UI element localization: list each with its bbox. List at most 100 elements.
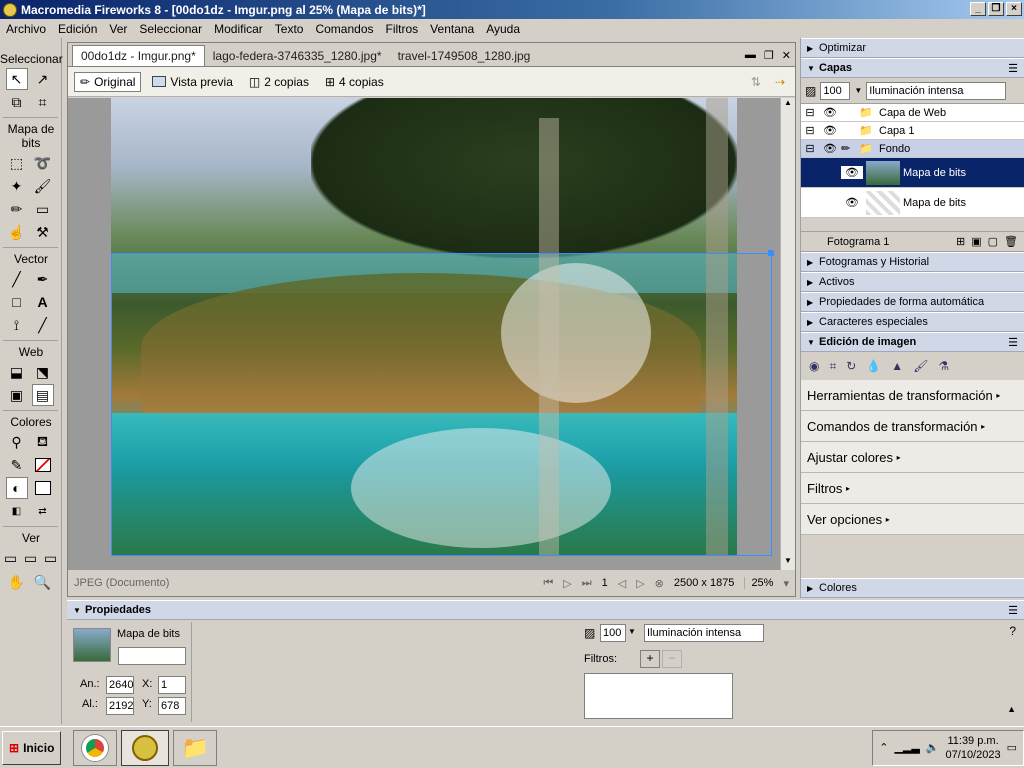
signal-icon[interactable]: ▁▂▃	[894, 741, 919, 754]
start-button[interactable]: ⊞ Inicio	[2, 730, 62, 765]
rectangle-tool-icon[interactable]: □	[6, 291, 28, 313]
hide-slices-icon[interactable]: ▣	[6, 384, 28, 406]
layer-fondo[interactable]: ⊟ 👁 ✏ 📁 Fondo	[801, 140, 1024, 158]
pencil-tool-icon[interactable]: ✏	[6, 198, 28, 220]
show-slices-icon[interactable]: ▤	[31, 384, 54, 406]
add-filter-button[interactable]: +	[640, 650, 660, 668]
menu-edicion[interactable]: Edición	[52, 22, 103, 36]
tab-travel[interactable]: travel-1749508_1280.jpg	[390, 46, 539, 66]
layer-opacity-field[interactable]: 100	[820, 81, 851, 100]
last-frame-icon[interactable]: ⏭	[582, 577, 592, 590]
full-screen-menus-icon[interactable]: ▭	[22, 547, 40, 569]
fill-color-swatch[interactable]	[32, 477, 54, 499]
eye-icon[interactable]: 👁	[841, 196, 863, 209]
eye-icon[interactable]: 👁	[819, 142, 841, 155]
remove-filter-button[interactable]: −	[662, 650, 682, 668]
prev-frame-icon[interactable]: ◁	[618, 577, 626, 590]
transform-commands-item[interactable]: Comandos de transformación ▸	[801, 411, 1024, 442]
panel-capas[interactable]: Capas☰	[801, 58, 1024, 78]
minimize-button[interactable]: _	[970, 2, 986, 16]
magic-wand-icon[interactable]: ✦	[6, 175, 28, 197]
view-4up-button[interactable]: ⊞ 4 copias	[320, 73, 389, 91]
menu-filtros[interactable]: Filtros	[380, 22, 425, 36]
subselect-tool-icon[interactable]: ↗	[32, 68, 54, 90]
panel-special-chars[interactable]: Caracteres especiales	[801, 312, 1024, 332]
tab-lago-federa[interactable]: lago-federa-3746335_1280.jpg*	[205, 46, 390, 66]
blur-icon[interactable]: 💧	[866, 359, 881, 373]
zoom-tool-icon[interactable]: 🔍	[32, 571, 54, 593]
zoom-dropdown-icon[interactable]: ▾	[783, 577, 789, 590]
layer-blend-select[interactable]: Iluminación intensa	[866, 81, 1007, 100]
transform-tools-item[interactable]: Herramientas de transformación ▸	[801, 380, 1024, 411]
default-colors-icon[interactable]: ◧	[6, 500, 28, 522]
panel-colors[interactable]: Colores	[801, 578, 1024, 598]
selection-handle[interactable]	[768, 250, 774, 256]
rotate-icon[interactable]: ↻	[846, 359, 856, 373]
text-tool-icon[interactable]: A	[32, 291, 54, 313]
menu-ventana[interactable]: Ventana	[424, 22, 480, 36]
doc-restore-icon[interactable]: ❐	[764, 49, 774, 62]
scale-tool-icon[interactable]: ⧉	[6, 91, 28, 113]
doc-close-icon[interactable]: ✕	[782, 49, 791, 62]
menu-ayuda[interactable]: Ayuda	[480, 22, 526, 36]
eye-icon[interactable]: 👁	[819, 124, 841, 137]
vertical-scrollbar[interactable]: ▲ ▼	[780, 98, 795, 570]
view-preview-button[interactable]: Vista previa	[147, 73, 237, 91]
crop-icon[interactable]: ⌗	[829, 359, 836, 374]
hotspot-tool-icon[interactable]: ⬓	[6, 361, 28, 383]
panel-optimizar[interactable]: Optimizar	[801, 38, 1024, 58]
selection-box[interactable]	[111, 253, 772, 556]
panel-frames-history[interactable]: Fotogramas y Historial	[801, 252, 1024, 272]
menu-ver[interactable]: Ver	[103, 22, 133, 36]
stroke-color-icon[interactable]: ✎	[6, 454, 28, 476]
lasso-tool-icon[interactable]: ➰	[32, 152, 54, 174]
height-field[interactable]: 2192	[106, 697, 134, 715]
opacity-dropdown-icon[interactable]: ▼	[628, 627, 636, 636]
help-icon[interactable]: ?	[1009, 624, 1016, 638]
collapse-icon[interactable]: ⊟	[801, 106, 819, 119]
explorer-taskbar-button[interactable]: 📁	[173, 729, 218, 766]
panel-assets[interactable]: Activos	[801, 272, 1024, 292]
panel-options-icon[interactable]: ☰	[1008, 62, 1018, 75]
hand-tool-icon[interactable]: ✋	[6, 571, 28, 593]
x-field[interactable]: 1	[158, 676, 186, 694]
chrome-taskbar-button[interactable]	[73, 729, 118, 766]
red-eye-icon[interactable]: ◉	[809, 359, 819, 373]
trash-icon[interactable]: 🗑	[1004, 235, 1018, 248]
marquee-tool-icon[interactable]: ⬚	[6, 152, 28, 174]
filters-list[interactable]	[584, 673, 733, 719]
object-name-field[interactable]	[118, 647, 186, 665]
scroll-down-icon[interactable]: ▼	[781, 556, 795, 570]
stop-icon[interactable]: ⊗	[655, 577, 664, 590]
new-layer-icon[interactable]: ⊞	[956, 235, 965, 248]
collapse-icon[interactable]: ⊟	[801, 124, 819, 137]
close-button[interactable]: ×	[1006, 2, 1022, 16]
tray-expand-icon[interactable]: ⌃	[879, 741, 888, 754]
eye-icon[interactable]: 👁	[841, 166, 863, 179]
full-screen-icon[interactable]: ▭	[42, 547, 60, 569]
filters-item[interactable]: Filtros ▸	[801, 473, 1024, 504]
view-options-item[interactable]: Ver opciones ▸	[801, 504, 1024, 535]
document-canvas[interactable]	[68, 98, 780, 570]
line-tool-icon[interactable]: ╱	[6, 268, 28, 290]
panel-options-icon[interactable]: ☰	[1008, 604, 1018, 617]
paint-bucket-icon[interactable]: ⛾	[32, 431, 54, 453]
volume-icon[interactable]: 🔈	[926, 741, 940, 754]
doc-minimize-icon[interactable]: ▬	[745, 49, 756, 62]
show-desktop-icon[interactable]: ▭	[1007, 741, 1017, 754]
collapse-icon[interactable]: ⊟	[801, 142, 819, 155]
tab-imgur[interactable]: 00do1dz - Imgur.png*	[72, 45, 205, 66]
collapse-props-icon[interactable]: ▲	[1007, 704, 1016, 714]
sharpen-icon[interactable]: ▲	[891, 359, 903, 373]
play-icon[interactable]: ▷	[563, 577, 571, 590]
width-field[interactable]: 2640	[106, 676, 134, 694]
mask-icon[interactable]: ▣	[971, 235, 981, 248]
fireworks-taskbar-button[interactable]	[121, 729, 170, 766]
object-row[interactable]: 👁 Mapa de bits	[801, 158, 1024, 188]
crop-tool-icon[interactable]: ⌗	[32, 91, 54, 113]
next-frame-icon[interactable]: ▷	[636, 577, 644, 590]
panel-auto-shape[interactable]: Propiedades de forma automática	[801, 292, 1024, 312]
menu-modificar[interactable]: Modificar	[208, 22, 269, 36]
slice-tool-icon[interactable]: ⬔	[32, 361, 54, 383]
view-2up-button[interactable]: ◫ 2 copias	[244, 73, 314, 91]
